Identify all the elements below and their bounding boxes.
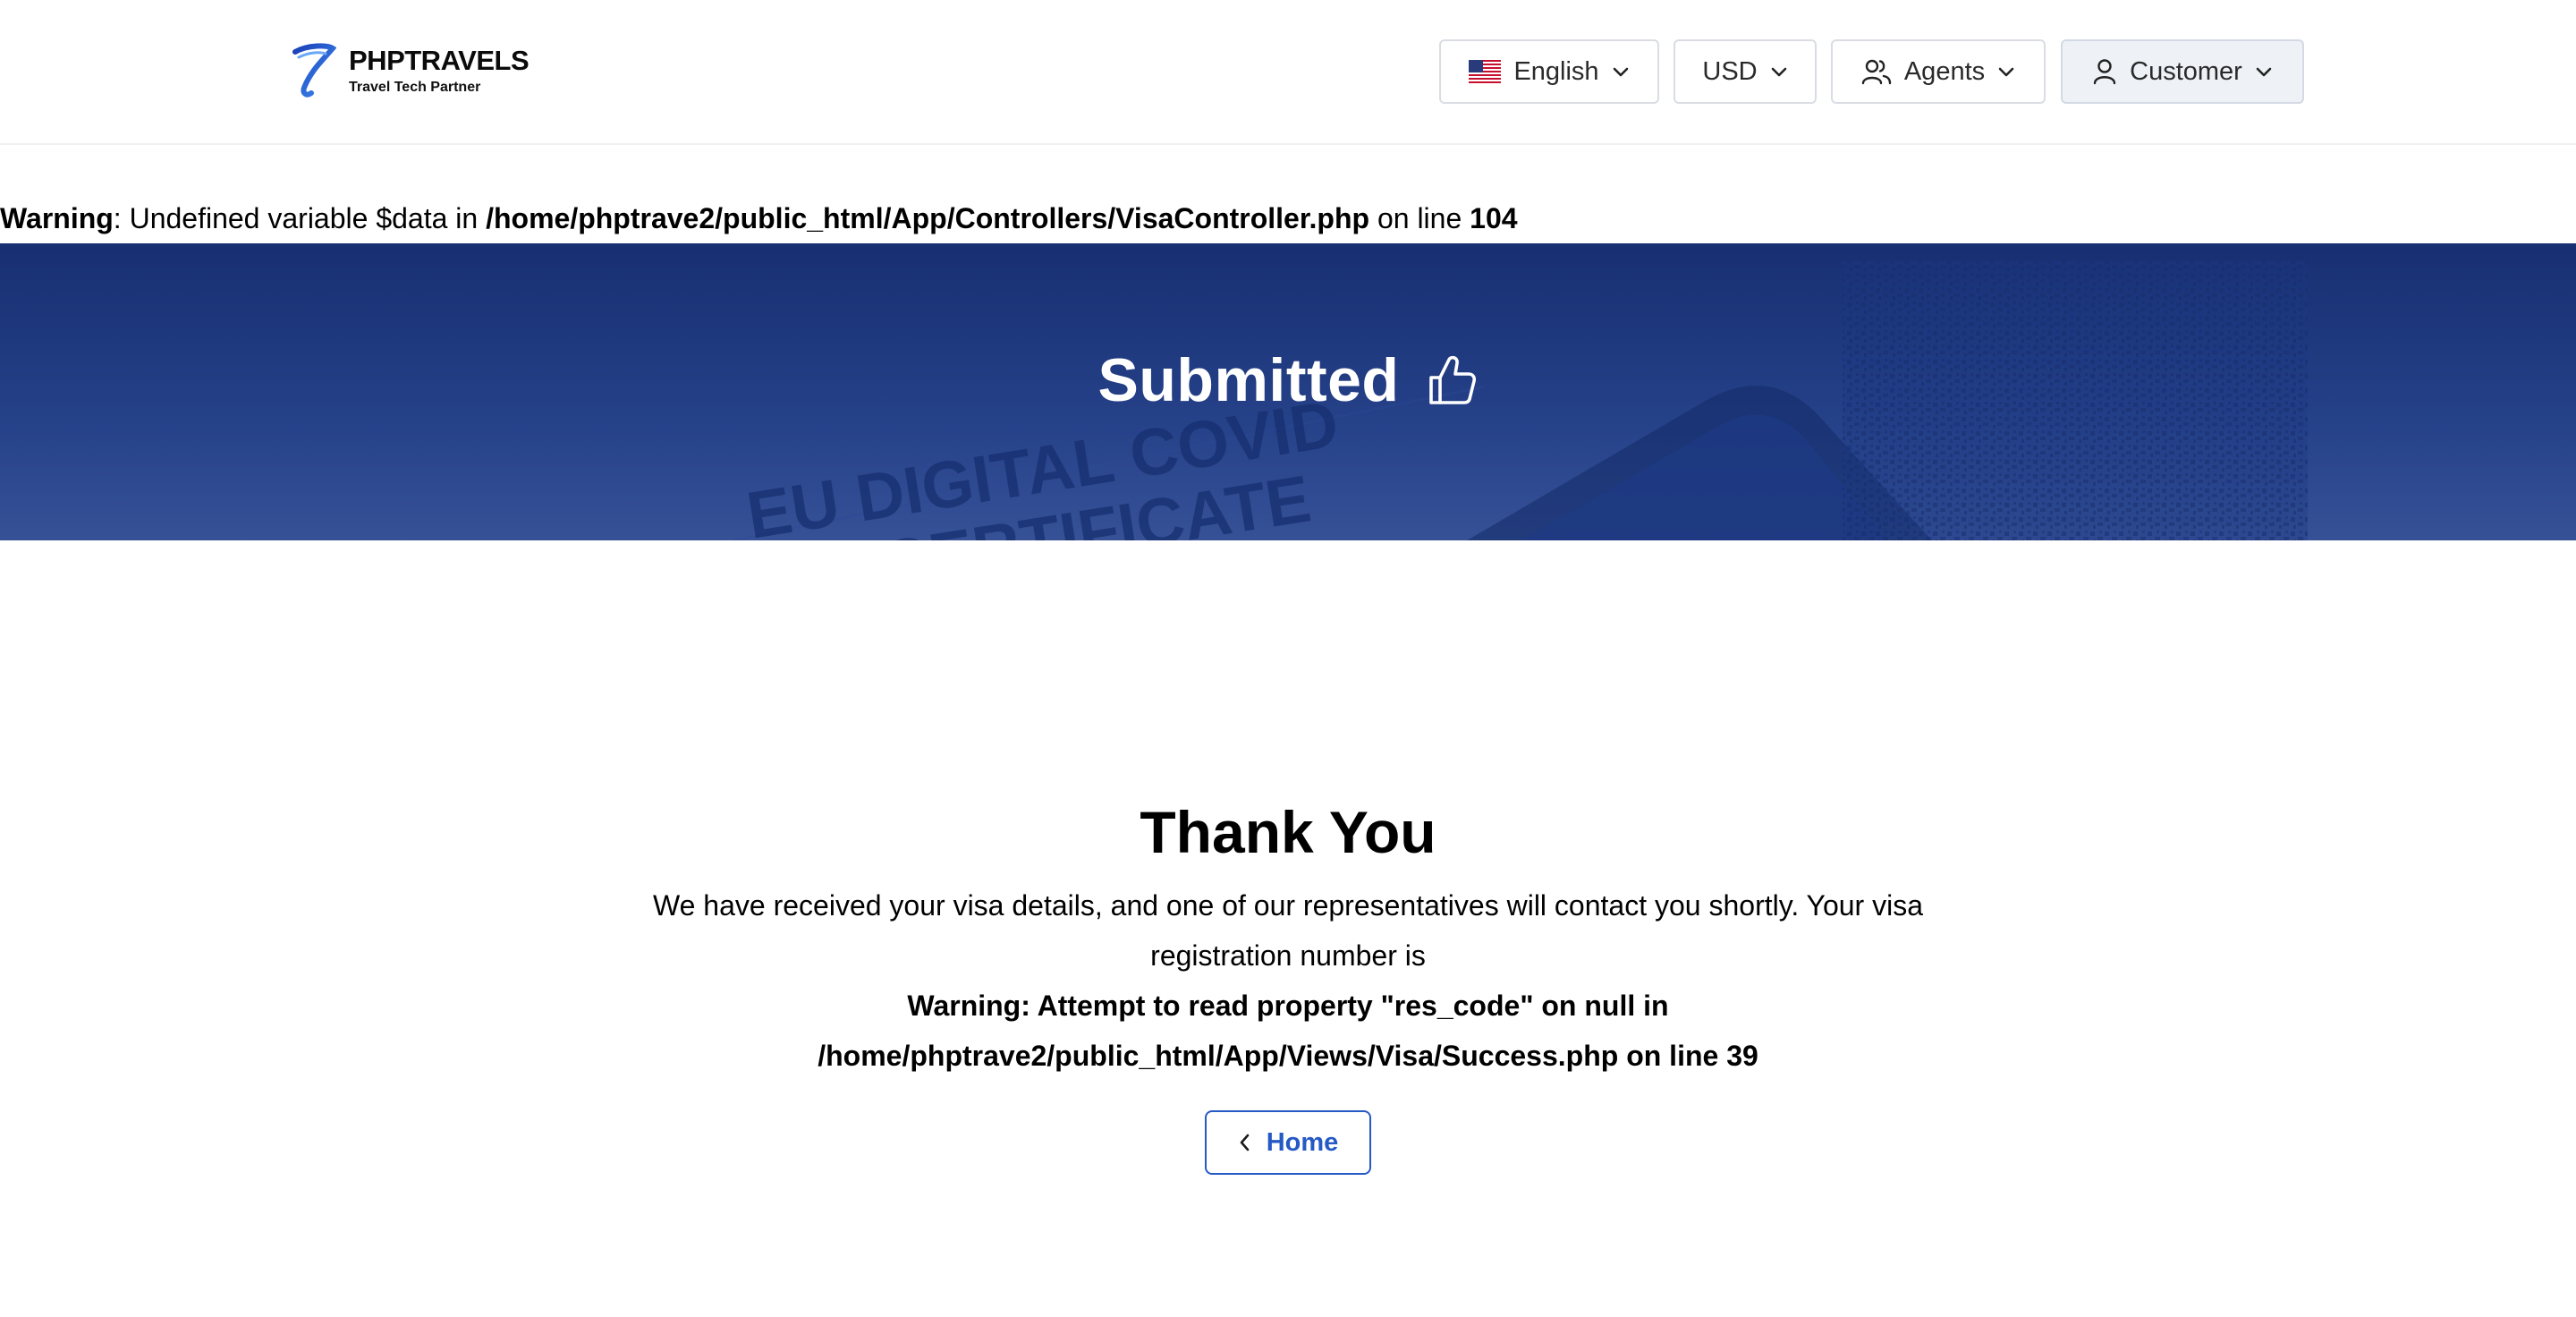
us-flag-icon [1469,60,1502,83]
confirmation-message: We have received your visa details, and … [652,889,1923,972]
thank-you-heading: Thank You [1140,799,1436,865]
home-button-label: Home [1266,1127,1339,1157]
logo-tagline: Travel Tech Partner [349,80,481,95]
logo[interactable]: PHPTRAVELS Travel Tech Partner [292,43,530,98]
language-label: English [1513,56,1599,86]
agents-label: Agents [1903,56,1986,86]
chevron-down-icon [1997,65,2015,78]
warning-text: : Undefined variable $data in [113,202,487,234]
currency-label: USD [1702,56,1758,86]
warning-res-code-line-1: Warning: Attempt to read property "res_c… [907,990,1669,1022]
chevron-down-icon [1770,65,1788,78]
customer-label: Customer [2130,56,2242,86]
warning-path: /home/phptrave2/public_html/App/Controll… [486,202,1370,234]
chevron-down-icon [2255,65,2273,78]
language-dropdown[interactable]: English [1439,39,1659,104]
chevron-left-icon [1238,1133,1250,1152]
currency-dropdown[interactable]: USD [1674,39,1817,104]
thumbs-up-icon [1428,354,1478,406]
php-warning-res-code: Warning: Attempt to read property "res_c… [626,981,1950,1081]
banner-heading: Submitted [0,243,2576,540]
page-title: Submitted [1097,346,1400,414]
agents-dropdown[interactable]: Agents [1831,39,2046,104]
hero-banner: EU DIGITAL COVID CERTIFICATE Submitted [0,243,2576,540]
warning-res-code-line-2: /home/phptrave2/public_html/App/Views/Vi… [818,1040,1758,1072]
warning-line-number: 104 [1470,202,1518,234]
user-icon [2092,58,2117,85]
home-button[interactable]: Home [1205,1110,1371,1175]
warning-prefix: Warning [0,202,114,234]
chevron-down-icon [1612,65,1630,78]
site-header: PHPTRAVELS Travel Tech Partner English U… [0,0,2576,145]
php-warning-message: Warning: Undefined variable $data in /ho… [0,199,1518,238]
warning-on-line: on line [1369,202,1470,234]
users-icon [1861,58,1892,85]
phptravels-logo-icon [292,43,336,98]
customer-dropdown[interactable]: Customer [2061,39,2304,104]
logo-name: PHPTRAVELS [349,45,530,76]
